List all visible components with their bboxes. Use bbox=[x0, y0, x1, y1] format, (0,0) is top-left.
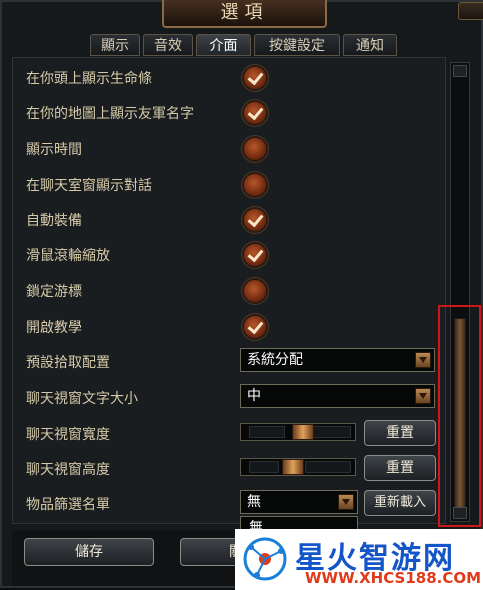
chevron-down-icon[interactable] bbox=[415, 352, 431, 368]
setting-label-chat-font-size: 聊天視窗文字大小 bbox=[26, 391, 138, 407]
tab-display[interactable]: 顯示 bbox=[90, 34, 140, 56]
setting-label-auto-equip: 自動裝備 bbox=[26, 213, 82, 229]
item-filter-value: 無 bbox=[247, 494, 261, 510]
checkbox-hp-bar[interactable] bbox=[244, 67, 266, 89]
slider-thumb[interactable] bbox=[292, 424, 314, 440]
options-window: 選項 顯示 音效 介面 按鍵設定 通知 在你頭上顯示生命條 在你的地圖上顯示友軍… bbox=[0, 0, 483, 590]
loot-config-value: 系統分配 bbox=[247, 352, 303, 368]
checkbox-tutorial[interactable] bbox=[244, 316, 266, 338]
scroll-up-arrow[interactable] bbox=[453, 65, 467, 77]
tab-sound[interactable]: 音效 bbox=[143, 34, 193, 56]
chevron-down-icon[interactable] bbox=[415, 388, 431, 404]
slider-segment bbox=[311, 426, 351, 438]
setting-label-hp-bar: 在你頭上顯示生命條 bbox=[26, 71, 152, 87]
setting-label-wheel-zoom: 滑鼠滾輪縮放 bbox=[26, 248, 110, 264]
slider-thumb[interactable] bbox=[282, 459, 304, 475]
tab-notifications[interactable]: 通知 bbox=[343, 34, 397, 56]
checkbox-lock-cursor[interactable] bbox=[244, 280, 266, 302]
tab-interface[interactable]: 介面 bbox=[196, 34, 251, 56]
chat-width-slider[interactable] bbox=[240, 423, 356, 441]
loot-config-dropdown[interactable]: 系統分配 bbox=[240, 348, 435, 372]
checkbox-ally-names[interactable] bbox=[244, 102, 266, 124]
setting-label-tutorial: 開啟教學 bbox=[26, 320, 82, 336]
slider-segment bbox=[305, 461, 351, 473]
chat-font-size-dropdown[interactable]: 中 bbox=[240, 384, 435, 408]
save-button[interactable]: 儲存 bbox=[24, 538, 154, 566]
item-filter-reload-button[interactable]: 重新載入 bbox=[364, 490, 436, 516]
checkbox-show-time[interactable] bbox=[244, 138, 266, 160]
chat-width-reset-button[interactable]: 重置 bbox=[364, 420, 436, 446]
scrollbar-highlight bbox=[438, 305, 481, 527]
watermark: 星火智游网 WWW.XHCS188.COM bbox=[235, 529, 483, 590]
chat-height-reset-button[interactable]: 重置 bbox=[364, 455, 436, 481]
setting-label-loot-config: 預設拾取配置 bbox=[26, 355, 110, 371]
setting-label-lock-cursor: 鎖定游標 bbox=[26, 284, 82, 300]
brand-logo-icon bbox=[243, 537, 287, 581]
setting-label-show-time: 顯示時間 bbox=[26, 142, 82, 158]
setting-label-chat-height: 聊天視窗高度 bbox=[26, 462, 110, 478]
chevron-down-icon[interactable] bbox=[338, 494, 354, 510]
setting-label-item-filter: 物品篩選名單 bbox=[26, 497, 110, 513]
setting-label-ally-names: 在你的地圖上顯示友軍名字 bbox=[26, 106, 194, 122]
window-title: 選項 bbox=[162, 0, 327, 28]
chat-font-size-value: 中 bbox=[247, 388, 261, 404]
close-button[interactable] bbox=[458, 2, 483, 20]
checkbox-auto-equip[interactable] bbox=[244, 209, 266, 231]
tab-keybindings[interactable]: 按鍵設定 bbox=[254, 34, 340, 56]
watermark-url: WWW.XHCS188.COM bbox=[305, 569, 482, 587]
item-filter-dropdown[interactable]: 無 bbox=[240, 490, 358, 514]
setting-label-dialog-chat: 在聊天室窗顯示對話 bbox=[26, 178, 152, 194]
chat-height-slider[interactable] bbox=[240, 458, 356, 476]
slider-segment bbox=[249, 426, 285, 438]
setting-label-chat-width: 聊天視窗寬度 bbox=[26, 427, 110, 443]
checkbox-wheel-zoom[interactable] bbox=[244, 244, 266, 266]
slider-segment bbox=[249, 461, 279, 473]
checkbox-dialog-chat[interactable] bbox=[244, 174, 266, 196]
